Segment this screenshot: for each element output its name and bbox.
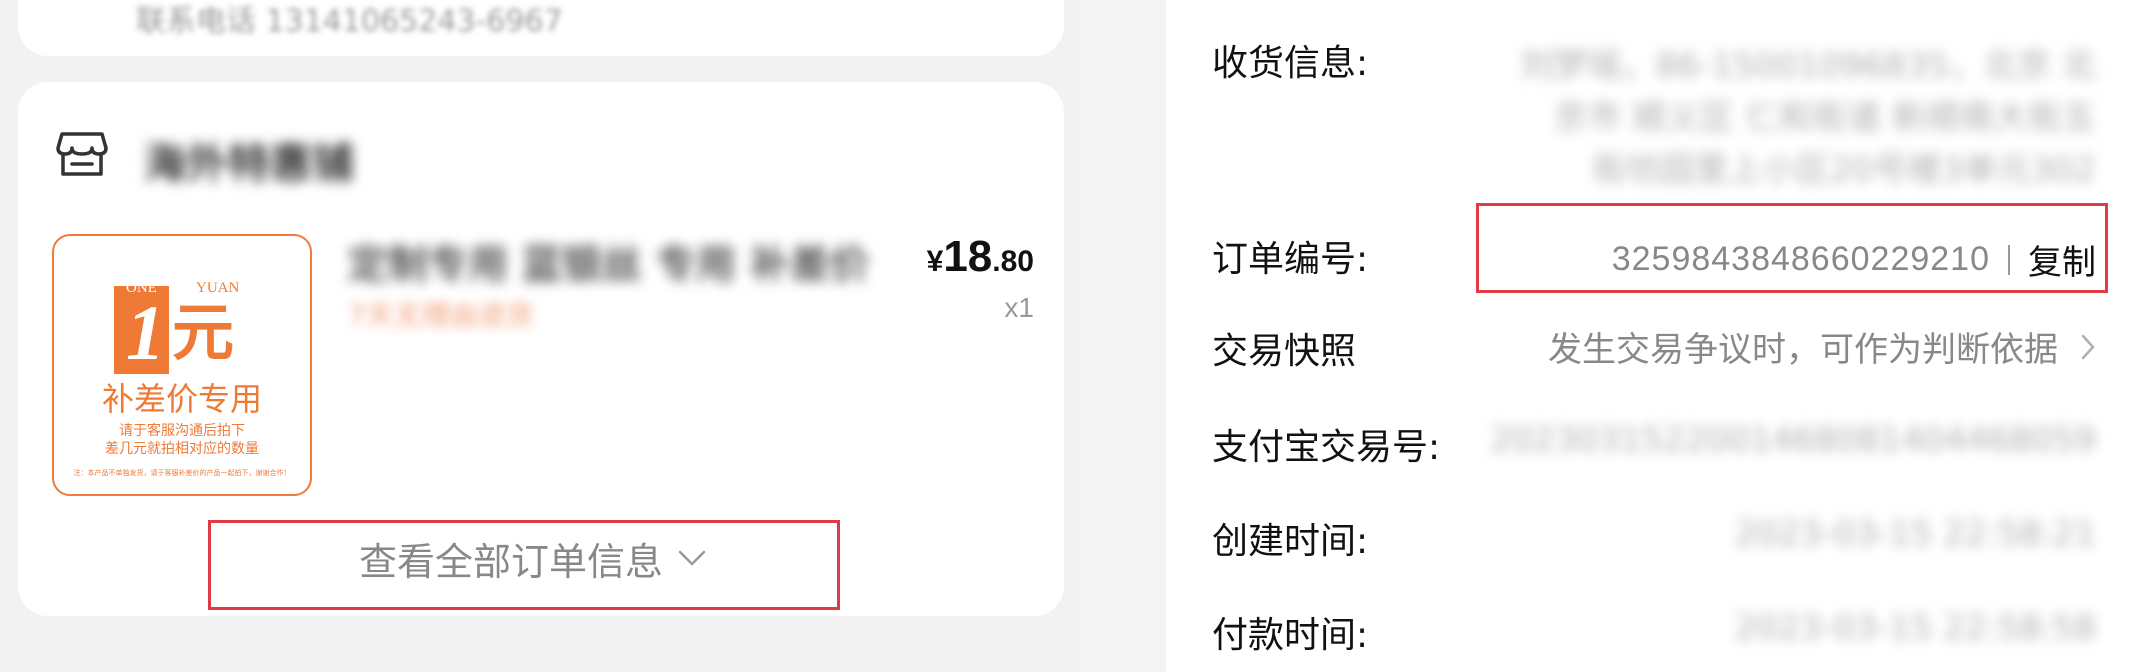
view-all-order-info-button[interactable]: 查看全部订单信息 [208, 522, 858, 594]
store-name[interactable]: 海外特惠铺 [144, 130, 354, 191]
contact-card: 联系电话 13141065243-6967 [18, 0, 1064, 56]
product-image-note-2: 差几元就拍相对应的数量 [105, 441, 259, 457]
created-time-value: 2023-03-15 22:58:21 [1734, 514, 2096, 554]
product-tag: 7天无理由退货 [348, 299, 534, 332]
order-number-value: 3259843848660229210 [1611, 240, 1990, 278]
trade-snapshot-label: 交易快照 [1212, 331, 1357, 372]
order-card: 海外特惠铺 ONE YUAN 1 元 补差价专用 请于客服沟通后拍下 差几元就拍… [18, 82, 1064, 616]
product-price: ¥18.80 [927, 232, 1034, 282]
product-image-yuan: 元 [172, 296, 235, 369]
product-image-footnote: 注：本产品不单独发货，请于客服补差价的产品一起拍下，谢谢合作！ [73, 469, 291, 477]
product-quantity: x1 [1004, 292, 1034, 323]
store-icon [56, 132, 108, 176]
created-time-label: 创建时间: [1212, 521, 1369, 562]
trade-snapshot-value: 发生交易争议时，可作为判断依据 [1548, 330, 2058, 370]
product-image-yuan-en: YUAN [196, 280, 240, 296]
alipay-trade-number-value: 2023031522001468081404468059 [1490, 420, 2096, 460]
order-number-separator [2008, 244, 2010, 275]
product-image-note-1: 请于客服沟通后拍下 [119, 423, 245, 439]
order-number-label: 订单编号: [1212, 239, 1369, 280]
price-integer: 18 [943, 232, 993, 281]
product-image[interactable]: ONE YUAN 1 元 补差价专用 请于客服沟通后拍下 差几元就拍相对应的数量… [52, 234, 312, 496]
panel-divider [1082, 0, 1166, 672]
view-all-label: 查看全部订单信息 [358, 539, 663, 584]
product-image-digit: 1 [126, 289, 165, 376]
trade-snapshot-link[interactable]: 发生交易争议时，可作为判断依据 [1548, 322, 2096, 371]
price-currency: ¥ [926, 245, 944, 278]
contact-text: 联系电话 13141065243-6967 [136, 4, 563, 39]
paid-time-value: 2023-03-15 22:58:58 [1734, 608, 2096, 648]
product-image-subtitle: 补差价专用 [101, 380, 262, 418]
shipping-address-line-1: 刘梦瑶，86-15001096835，北京 北 [1519, 46, 2096, 86]
shipping-address-line-3: 街坊园里上小区20号楼3单元302 [1592, 150, 2096, 190]
chevron-down-icon [678, 550, 706, 566]
price-decimal: .80 [992, 245, 1034, 278]
shipping-address-line-2: 京市 顺义区 仁和街道 新顺南大街五 [1553, 98, 2096, 138]
alipay-trade-number-label: 支付宝交易号: [1212, 427, 1441, 468]
order-detail-right-panel: 收货信息: 刘梦瑶，86-15001096835，北京 北 京市 顺义区 仁和街… [1166, 0, 2136, 672]
product-title[interactable]: 定制专用 蓝银丝 专用 补差价 [348, 232, 870, 290]
copy-order-number-button[interactable]: 复制 [2028, 235, 2096, 284]
shipping-info-label: 收货信息: [1212, 43, 1369, 84]
order-number-value-group: 3259843848660229210 复制 [1612, 235, 2096, 284]
chevron-right-icon [2081, 334, 2095, 359]
order-detail-left-panel: 联系电话 13141065243-6967 海外特惠铺 ONE YUAN 1 元… [0, 0, 1082, 672]
paid-time-label: 付款时间: [1212, 615, 1369, 656]
